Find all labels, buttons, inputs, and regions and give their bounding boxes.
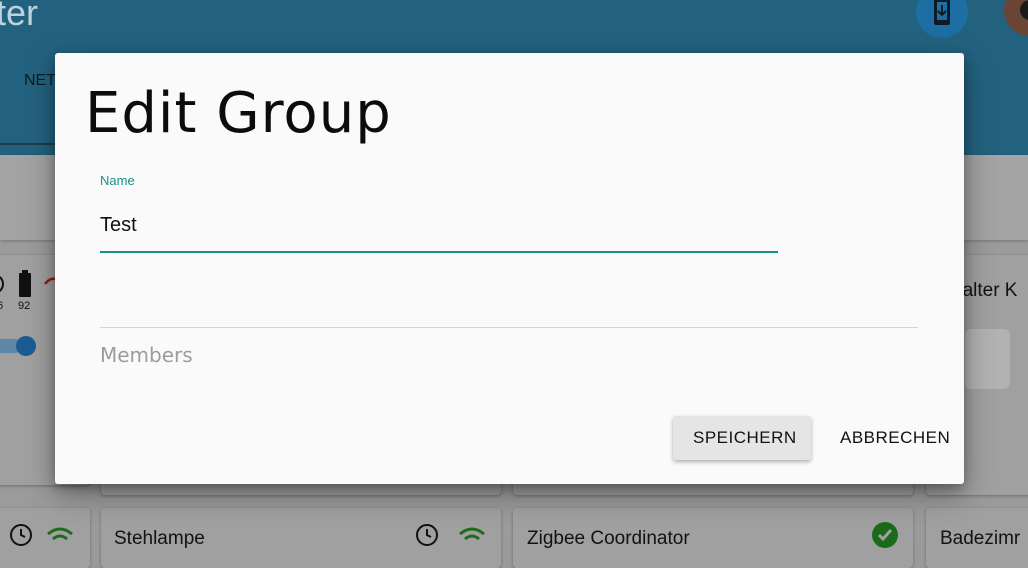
toggle-switch[interactable] (16, 336, 36, 356)
name-input-underline (100, 251, 778, 253)
device-name-zigbee: Zigbee Coordinator (527, 528, 690, 549)
clock-icon (10, 524, 32, 546)
dialog-title: Edit Group (85, 81, 392, 146)
members-select[interactable]: Members (100, 343, 193, 367)
battery-icon (19, 270, 31, 297)
phone-download-icon (934, 0, 950, 25)
cancel-button[interactable]: ABBRECHEN (820, 416, 955, 460)
device-image (965, 329, 1010, 389)
install-app-button[interactable] (916, 0, 968, 38)
save-button[interactable]: SPEICHERN (673, 416, 811, 460)
name-field-label: Name (100, 173, 135, 188)
device-name-badezimmer: Badezimr (940, 528, 1021, 549)
value-fragment: 6 (0, 300, 4, 312)
check-circle-icon (872, 522, 898, 548)
avatar-icon (1020, 0, 1028, 20)
battery-level: 92 (18, 300, 31, 312)
edit-group-dialog: Edit Group Name Members SPEICHERN ABBREC… (55, 53, 964, 484)
app-title: ter (0, 0, 39, 33)
tab-network[interactable]: NET (24, 72, 56, 90)
clock-icon (0, 276, 4, 292)
tab-indicator (0, 143, 60, 145)
members-field-underline (100, 327, 918, 328)
device-name-stehlampe: Stehlampe (114, 528, 205, 549)
name-input[interactable] (100, 208, 778, 242)
clock-icon (416, 524, 438, 546)
user-avatar-button[interactable] (1004, 0, 1028, 36)
